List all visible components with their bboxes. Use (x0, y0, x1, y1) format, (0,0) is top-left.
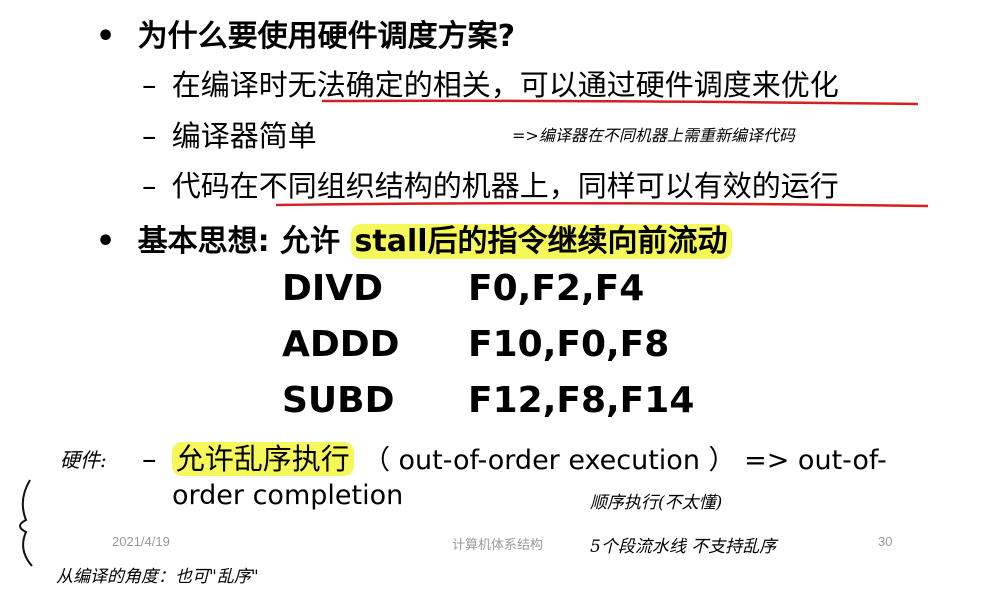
bullet-dot: • (96, 224, 116, 259)
sub-bullet-4: – 允许乱序执行 （ out-of-order execution ） => o… (142, 436, 887, 478)
bullet-2-highlight: stall后的指令继续向前流动 (350, 224, 732, 259)
dash: – (142, 119, 157, 153)
sub-bullet-4-text: （ out-of-order execution ） => out-of- (362, 445, 887, 476)
bullet-2: • 基本思想: 允许 stall后的指令继续向前流动 (96, 216, 732, 260)
code-op: ADDD (282, 324, 400, 365)
annotation-compiler-view: 从编译的角度：也可"乱序" (56, 567, 259, 587)
footer-course: 计算机体系结构 (452, 537, 544, 552)
footer-page: 30 (878, 534, 893, 549)
sub-bullet-3-text: 代码在不同组织结构的机器上，同样可以有效的运行 (171, 169, 839, 203)
sub-bullet-2-text: 编译器简单 (171, 119, 317, 153)
bullet-2-prefix: 基本思想: 允许 (137, 224, 341, 259)
dash: – (142, 68, 157, 102)
brace-mark (19, 479, 33, 567)
sub-bullet-1-text: 在编译时无法确定的相关，可以通过硬件调度来优化 (171, 68, 839, 102)
annotation-in-order: 顺序执行(不太懂) (590, 493, 723, 513)
sub-bullet-4-line2: order completion (172, 480, 404, 511)
annotation-hardware: 硬件: (60, 448, 107, 472)
annotation-recompile: =>编译器在不同机器上需重新编译代码 (512, 126, 795, 145)
bullet-1-text: 为什么要使用硬件调度方案? (137, 19, 516, 54)
code-op: SUBD (282, 380, 395, 421)
code-args: F0,F2,F4 (468, 268, 645, 309)
code-op: DIVD (282, 268, 384, 309)
code-line-3: SUBD F12,F8,F14 (282, 380, 694, 421)
code-args: F12,F8,F14 (468, 380, 695, 421)
footer-date: 2021/4/19 (112, 534, 170, 549)
annotation-pipeline: 5个段流水线 不支持乱序 (590, 537, 777, 557)
sub-bullet-1: – 在编译时无法确定的相关，可以通过硬件调度来优化 (142, 62, 839, 104)
sub-bullet-3: – 代码在不同组织结构的机器上，同样可以有效的运行 (142, 163, 839, 205)
code-args: F10,F0,F8 (468, 324, 670, 365)
sub-bullet-2: – 编译器简单 (142, 113, 317, 155)
code-line-1: DIVD F0,F2,F4 (282, 268, 644, 309)
dash: – (142, 442, 157, 476)
bullet-dot: • (96, 19, 116, 54)
dash: – (142, 169, 157, 203)
sub-bullet-4-highlight: 允许乱序执行 (171, 442, 354, 476)
bullet-1: • 为什么要使用硬件调度方案? (96, 11, 515, 55)
code-line-2: ADDD F10,F0,F8 (282, 324, 669, 365)
